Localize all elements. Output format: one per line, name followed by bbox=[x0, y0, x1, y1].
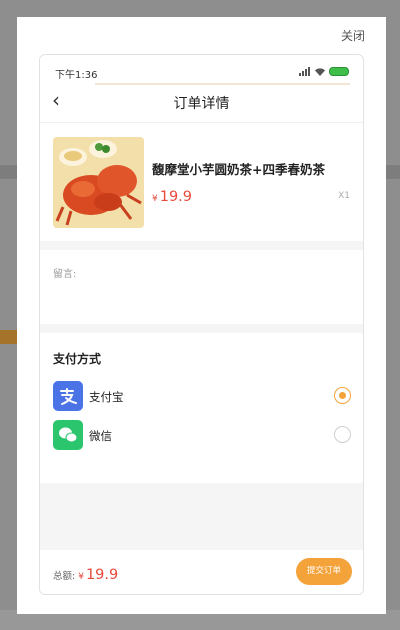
price-value: 19.9 bbox=[159, 189, 193, 205]
page-title: 订单详情 bbox=[173, 96, 230, 112]
section-divider bbox=[40, 241, 363, 250]
status-icons bbox=[299, 67, 349, 76]
status-bar: 下午1:36 bbox=[40, 55, 363, 85]
close-button[interactable]: 关闭 bbox=[341, 27, 365, 44]
wifi-icon bbox=[315, 68, 325, 76]
signal-icon bbox=[299, 67, 310, 76]
payment-name: 微信 bbox=[89, 429, 112, 443]
section-divider bbox=[40, 324, 363, 333]
payment-option-wechat[interactable]: 微信 bbox=[53, 420, 351, 452]
product-price: ¥19.9 bbox=[152, 186, 192, 205]
wechat-icon bbox=[53, 420, 83, 450]
radio-selected[interactable] bbox=[334, 387, 351, 404]
remark-field[interactable]: 留言: bbox=[40, 250, 363, 324]
total-value: 19.9 bbox=[85, 567, 119, 583]
product-quantity: X1 bbox=[338, 191, 350, 201]
battery-icon bbox=[329, 67, 349, 76]
order-total: 总额: ¥19.9 bbox=[53, 564, 118, 583]
payment-title: 支付方式 bbox=[53, 352, 102, 366]
product-name: 馥摩堂小芋圆奶茶+四季春奶茶 bbox=[152, 162, 325, 177]
alipay-icon bbox=[53, 381, 83, 411]
radio-unselected[interactable] bbox=[334, 426, 351, 443]
payment-section: 支付方式 支付宝 微信 bbox=[40, 333, 363, 483]
price-currency: ¥ bbox=[152, 194, 158, 204]
nav-bar: ‹ 订单详情 bbox=[40, 79, 363, 123]
phone-preview: 下午1:36 ‹ 订单详情 馥摩堂小芋圆奶茶+四季春奶茶 ¥ 19.9 X1 留… bbox=[39, 54, 364, 595]
remark-label: 留言: bbox=[53, 269, 77, 280]
background-accent bbox=[0, 330, 18, 344]
preview-modal: 关闭 下午1:36 ‹ 订单详情 馥摩堂小芋圆奶茶+四季春奶茶 ¥ 19.9 X… bbox=[17, 17, 386, 614]
payment-option-alipay[interactable]: 支付宝 bbox=[53, 381, 351, 413]
total-currency: ¥ bbox=[78, 572, 84, 582]
total-label: 总额: bbox=[53, 571, 76, 582]
order-footer: 总额: ¥19.9 提交订单 bbox=[40, 550, 363, 594]
submit-order-button[interactable]: 提交订单 bbox=[296, 558, 352, 585]
payment-name: 支付宝 bbox=[89, 390, 124, 404]
product-image bbox=[53, 137, 144, 228]
product-card: 馥摩堂小芋圆奶茶+四季春奶茶 ¥19.9 X1 bbox=[40, 123, 363, 241]
